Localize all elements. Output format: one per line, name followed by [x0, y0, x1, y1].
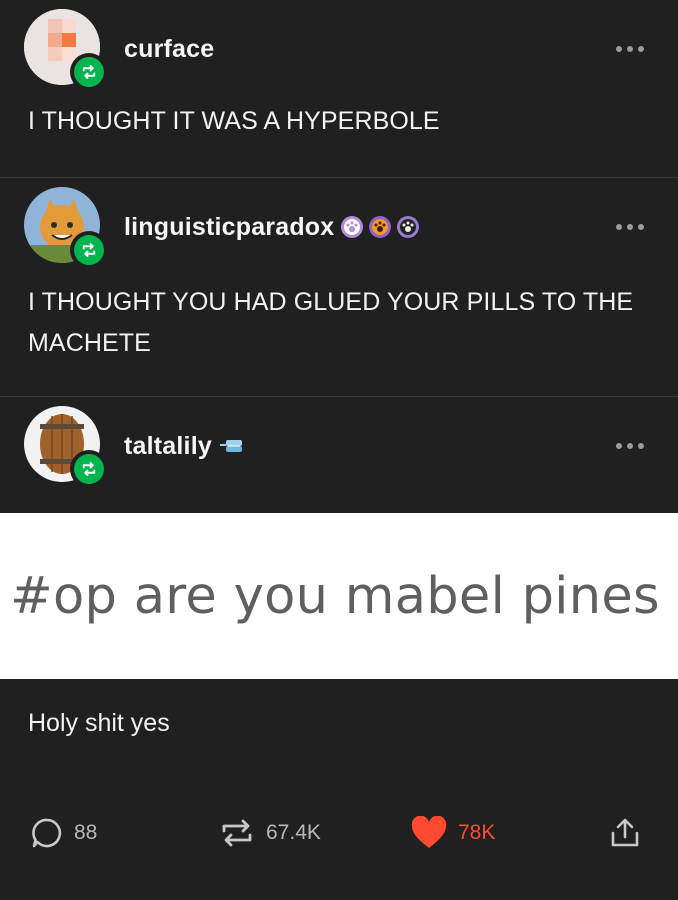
username[interactable]: linguisticparadox — [124, 213, 334, 242]
reblog-icon — [82, 462, 96, 476]
post-header: linguisticparadox — [0, 178, 678, 269]
reblog-icon — [82, 243, 96, 257]
paw-badge-icon — [369, 216, 392, 238]
reblog-badge — [70, 450, 108, 488]
wind-up-teeth-icon — [219, 440, 242, 452]
badges — [340, 215, 420, 239]
post-footer: 88 67.4K 78K — [0, 808, 678, 858]
tag-text: #op are you mabel pines — [10, 566, 660, 626]
heart-icon — [411, 816, 447, 848]
comment-count: 88 — [74, 821, 98, 844]
post-curface: curface I THOUGHT IT WAS A HYPERBOLE — [0, 0, 678, 178]
username[interactable]: curface — [124, 35, 214, 64]
paw-badge-icon — [397, 216, 420, 238]
post-text: I THOUGHT IT WAS A HYPERBOLE — [28, 107, 440, 135]
like-count: 78K — [458, 821, 496, 844]
username[interactable]: taltalily — [124, 432, 212, 461]
like-button[interactable]: 78K — [410, 808, 495, 858]
more-options-button[interactable] — [616, 443, 644, 449]
post-header: taltalily — [0, 397, 678, 488]
post-taltalily: taltalily #op are you mabel pines Holy s… — [0, 397, 678, 738]
avatar[interactable] — [24, 187, 108, 269]
reblog-icon — [222, 819, 252, 847]
reblog-badge — [70, 53, 108, 91]
reblog-count: 67.4K — [266, 821, 321, 844]
reblog-button[interactable]: 67.4K — [218, 808, 321, 858]
post-text: I THOUGHT YOU HAD GLUED YOUR PILLS TO TH… — [28, 288, 634, 357]
avatar[interactable] — [24, 9, 108, 91]
share-button[interactable] — [608, 808, 642, 858]
share-icon — [611, 818, 639, 847]
more-options-button[interactable] — [616, 46, 644, 52]
username-row: taltalily — [124, 432, 246, 461]
reply-text: Holy shit yes — [28, 709, 170, 737]
avatar[interactable] — [24, 406, 108, 488]
paw-badge-icon — [341, 216, 364, 238]
tag-image: #op are you mabel pines — [0, 513, 678, 679]
reblog-badge — [70, 231, 108, 269]
reblog-icon — [82, 65, 96, 79]
post-linguisticparadox: linguisticparadox I THOUGHT YOU HAD GLUE… — [0, 178, 678, 397]
username-row: linguisticparadox — [124, 213, 420, 242]
comment-icon — [32, 818, 62, 848]
comment-button[interactable]: 88 — [30, 808, 97, 858]
post-header: curface — [0, 0, 678, 91]
more-options-button[interactable] — [616, 224, 644, 230]
